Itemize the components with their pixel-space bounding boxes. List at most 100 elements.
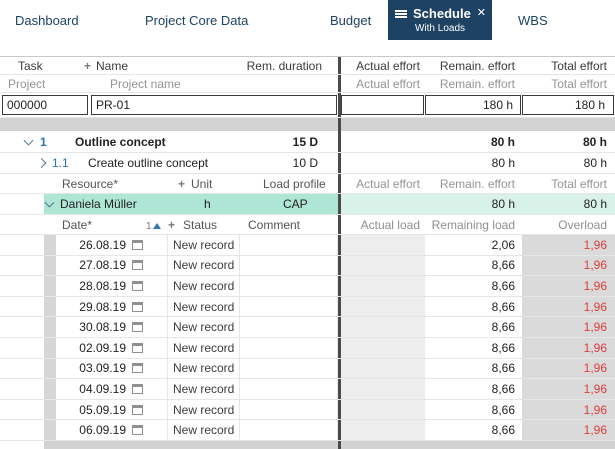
date-cell[interactable]: 05.09.19 xyxy=(56,399,168,420)
project-actual-effort-field[interactable] xyxy=(341,95,424,115)
project-total-effort-field[interactable]: 180 h xyxy=(522,95,614,115)
remaining-load-cell[interactable]: 8,66 xyxy=(425,359,522,379)
date-cell[interactable]: 28.08.19 xyxy=(56,276,168,296)
close-icon[interactable] xyxy=(477,8,486,19)
actual-load-cell[interactable] xyxy=(341,358,425,379)
date-cell[interactable]: 04.09.19 xyxy=(56,379,168,399)
collapse-chevron-icon[interactable] xyxy=(23,135,34,146)
actual-load-cell[interactable] xyxy=(341,317,425,337)
actual-load-cell[interactable] xyxy=(341,379,425,399)
calendar-icon[interactable] xyxy=(132,363,143,374)
status-cell[interactable]: New record xyxy=(168,317,240,337)
tab-budget[interactable]: Budget xyxy=(330,0,371,40)
resource-load-profile[interactable]: CAP xyxy=(283,197,308,211)
remaining-load-cell[interactable]: 8,66 xyxy=(425,297,522,317)
calendar-icon[interactable] xyxy=(132,301,143,312)
task-number[interactable]: 1.1 xyxy=(52,156,69,170)
tab-project-core-data[interactable]: Project Core Data xyxy=(145,0,248,40)
tab-schedule[interactable]: Schedule With Loads xyxy=(388,0,492,40)
task-number[interactable]: 1 xyxy=(40,135,47,149)
project-remain-effort-field[interactable]: 180 h xyxy=(425,95,521,115)
project-id-field[interactable]: 000000 xyxy=(2,95,88,115)
task-row[interactable]: 1.1 Create outline concept 10 D 80 h 80 … xyxy=(0,153,615,174)
task-name[interactable]: Outline concept xyxy=(75,135,166,149)
project-name-field[interactable]: PR-01 xyxy=(91,95,337,115)
calendar-icon[interactable] xyxy=(132,239,143,250)
remaining-load-cell[interactable]: 8,66 xyxy=(425,420,522,440)
actual-load-cell[interactable] xyxy=(341,296,425,317)
actual-load-cell[interactable] xyxy=(341,276,425,296)
date-cell[interactable]: 26.08.19 xyxy=(56,235,168,255)
collapse-chevron-icon[interactable] xyxy=(44,197,55,208)
comment-cell[interactable] xyxy=(240,358,338,379)
comment-cell[interactable] xyxy=(240,399,338,420)
calendar-icon[interactable] xyxy=(132,280,143,291)
status-cell[interactable]: New record xyxy=(168,337,240,358)
remaining-load-cell[interactable]: 8,66 xyxy=(425,338,522,358)
task-row[interactable]: 1 Outline concept 15 D 80 h 80 h xyxy=(0,131,615,153)
col-overload-label: Overload xyxy=(558,217,607,232)
add-task-button[interactable]: + xyxy=(84,59,91,73)
status-cell[interactable]: New record xyxy=(168,420,240,440)
sort-asc-icon[interactable] xyxy=(152,222,161,229)
resource-row[interactable]: Daniela Müller h CAP 80 h 80 h xyxy=(0,194,615,215)
remaining-load-cell[interactable]: 8,66 xyxy=(425,379,522,399)
calendar-icon[interactable] xyxy=(132,322,143,333)
calendar-icon[interactable] xyxy=(132,404,143,415)
task-remain-effort[interactable]: 80 h xyxy=(425,153,522,173)
status-cell[interactable]: New record xyxy=(168,358,240,379)
comment-cell[interactable] xyxy=(240,420,338,440)
status-cell[interactable]: New record xyxy=(168,255,240,276)
menu-icon[interactable] xyxy=(395,9,407,18)
resource-remain-effort[interactable]: 80 h xyxy=(425,194,522,214)
section-spacer xyxy=(0,118,615,131)
date-cell[interactable]: 02.09.19 xyxy=(56,337,168,358)
actual-load-cell[interactable] xyxy=(341,255,425,276)
remaining-load-cell[interactable]: 8,66 xyxy=(425,256,522,276)
comment-cell[interactable] xyxy=(240,276,338,296)
task-actual-effort[interactable] xyxy=(341,131,425,152)
date-cell[interactable]: 06.09.19 xyxy=(56,420,168,440)
task-name[interactable]: Create outline concept xyxy=(88,156,208,170)
date-cell[interactable]: 30.08.19 xyxy=(56,317,168,337)
actual-load-cell[interactable] xyxy=(341,399,425,420)
task-rem-duration[interactable]: 15 D xyxy=(293,135,318,149)
status-cell[interactable]: New record xyxy=(168,379,240,399)
actual-load-cell[interactable] xyxy=(341,337,425,358)
date-cell[interactable]: 27.08.19 xyxy=(56,255,168,276)
comment-cell[interactable] xyxy=(240,255,338,276)
comment-cell[interactable] xyxy=(240,379,338,399)
comment-cell[interactable] xyxy=(240,337,338,358)
task-remain-effort[interactable]: 80 h xyxy=(425,131,522,152)
remaining-load-cell[interactable]: 8,66 xyxy=(425,317,522,337)
tab-dashboard[interactable]: Dashboard xyxy=(15,0,79,40)
task-actual-effort[interactable] xyxy=(341,153,425,173)
status-cell[interactable]: New record xyxy=(168,235,240,255)
comment-cell[interactable] xyxy=(240,317,338,337)
calendar-icon[interactable] xyxy=(132,260,143,271)
task-rem-duration[interactable]: 10 D xyxy=(293,156,318,170)
calendar-icon[interactable] xyxy=(132,383,143,394)
status-cell[interactable]: New record xyxy=(168,296,240,317)
expand-chevron-icon[interactable] xyxy=(36,158,47,168)
comment-cell[interactable] xyxy=(240,235,338,255)
remaining-load-cell[interactable]: 8,66 xyxy=(425,276,522,296)
add-resource-button[interactable]: + xyxy=(178,177,185,191)
calendar-icon[interactable] xyxy=(132,425,143,436)
tab-wbs[interactable]: WBS xyxy=(518,0,548,40)
resource-actual-effort[interactable] xyxy=(341,194,425,214)
remaining-load-cell[interactable]: 2,06 xyxy=(425,235,522,255)
comment-cell[interactable] xyxy=(240,296,338,317)
actual-load-cell[interactable] xyxy=(341,235,425,255)
date-cell[interactable]: 29.08.19 xyxy=(56,296,168,317)
calendar-icon[interactable] xyxy=(132,342,143,353)
remaining-load-cell[interactable]: 8,66 xyxy=(425,400,522,420)
status-cell[interactable]: New record xyxy=(168,399,240,420)
status-cell[interactable]: New record xyxy=(168,276,240,296)
sort-control[interactable]: 1 xyxy=(146,218,161,232)
date-cell[interactable]: 03.09.19 xyxy=(56,358,168,379)
actual-load-cell[interactable] xyxy=(341,420,425,440)
resource-name[interactable]: Daniela Müller xyxy=(60,197,137,211)
add-load-button[interactable]: + xyxy=(168,218,175,232)
resource-unit[interactable]: h xyxy=(204,197,211,211)
